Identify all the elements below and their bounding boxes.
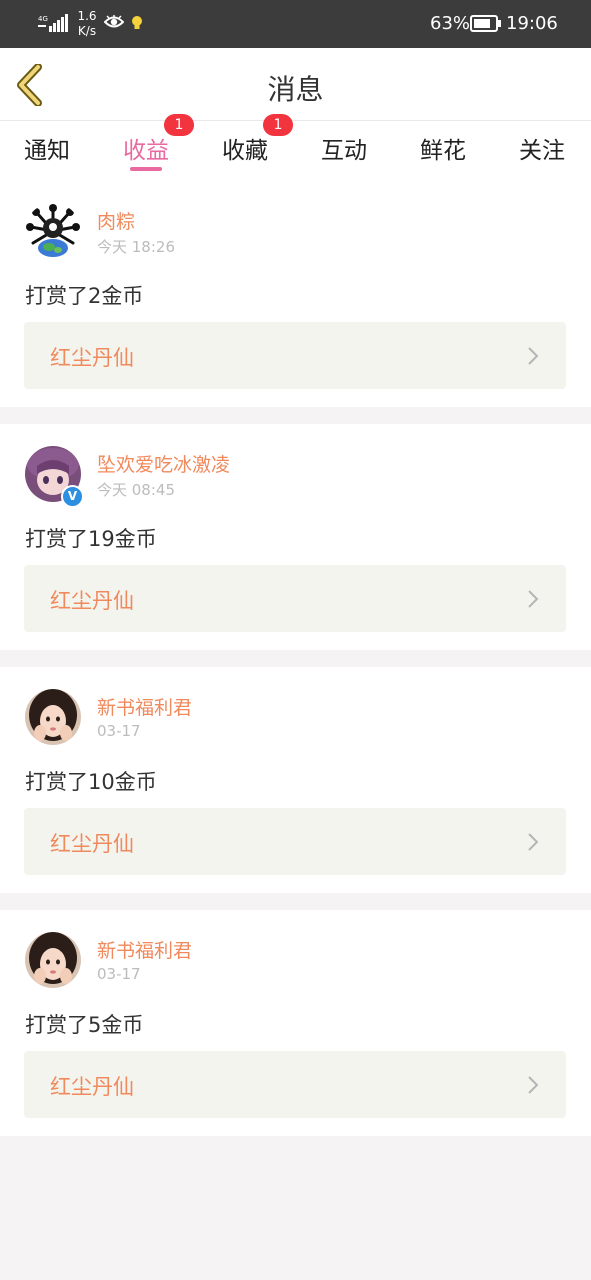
timestamp: 03-17 <box>97 722 141 740</box>
tab-interactions[interactable]: 互动 <box>321 131 367 165</box>
message-card: 肉粽 今天 18:26 打赏了2金币 红尘丹仙 <box>0 181 591 407</box>
timestamp: 今天 18:26 <box>97 238 175 256</box>
app-header: 消息 <box>0 48 591 121</box>
battery-percent: 63% <box>430 13 471 34</box>
clock: 19:06 <box>506 13 558 34</box>
tab-favorites-badge: 1 <box>263 114 293 136</box>
message-card: 新书福利君 03-17 打赏了10金币 红尘丹仙 <box>0 667 591 893</box>
tab-earnings-badge: 1 <box>164 114 194 136</box>
active-tab-indicator <box>130 167 162 171</box>
avatar[interactable] <box>25 932 81 988</box>
avatar[interactable] <box>25 689 81 745</box>
network-speed-unit: K/s <box>77 24 97 38</box>
chevron-right-icon <box>528 347 539 365</box>
verified-badge-icon: V <box>61 485 84 508</box>
avatar[interactable] <box>25 203 81 259</box>
book-link[interactable]: 红尘丹仙 <box>24 808 566 875</box>
timestamp: 03-17 <box>97 965 141 983</box>
book-title: 红尘丹仙 <box>50 346 134 370</box>
book-title: 红尘丹仙 <box>50 832 134 856</box>
username[interactable]: 新书福利君 <box>97 936 192 963</box>
page-title: 消息 <box>267 73 324 106</box>
message-card: V 坠欢爱吃冰激凌 今天 08:45 打赏了19金币 红尘丹仙 <box>0 424 591 650</box>
tab-bar: 通知 收益 收藏 互动 鲜花 关注 1 1 <box>0 114 591 181</box>
book-title: 红尘丹仙 <box>50 589 134 613</box>
message-text: 打赏了10金币 <box>25 770 157 794</box>
message-card: 新书福利君 03-17 打赏了5金币 红尘丹仙 <box>0 910 591 1136</box>
message-text: 打赏了2金币 <box>25 284 144 308</box>
chevron-right-icon <box>528 590 539 608</box>
book-link[interactable]: 红尘丹仙 <box>24 565 566 632</box>
tab-favorites[interactable]: 收藏 <box>222 131 268 165</box>
network-speed: 1.6 K/s <box>76 9 98 39</box>
chevron-right-icon <box>528 1076 539 1094</box>
tab-following[interactable]: 关注 <box>519 131 565 165</box>
chevron-right-icon <box>528 833 539 851</box>
username[interactable]: 坠欢爱吃冰激凌 <box>97 450 230 477</box>
tab-earnings[interactable]: 收益 <box>123 131 169 165</box>
book-link[interactable]: 红尘丹仙 <box>24 322 566 389</box>
battery-icon <box>470 15 502 36</box>
message-text: 打赏了5金币 <box>25 1013 144 1037</box>
timestamp: 今天 08:45 <box>97 481 175 499</box>
tab-notifications[interactable]: 通知 <box>24 131 70 165</box>
username[interactable]: 肉粽 <box>97 207 135 234</box>
lightbulb-icon <box>131 15 143 35</box>
network-type: 4G <box>38 15 48 23</box>
cell-signal-icon: 4G <box>38 14 68 36</box>
message-text: 打赏了19金币 <box>25 527 157 551</box>
network-speed-value: 1.6 <box>77 9 97 23</box>
book-title: 红尘丹仙 <box>50 1075 134 1099</box>
book-link[interactable]: 红尘丹仙 <box>24 1051 566 1118</box>
eye-icon <box>103 14 125 33</box>
tab-flowers[interactable]: 鲜花 <box>420 131 466 165</box>
username[interactable]: 新书福利君 <box>97 693 192 720</box>
status-bar: 4G 1.6 K/s 63% 19:06 <box>0 0 591 48</box>
